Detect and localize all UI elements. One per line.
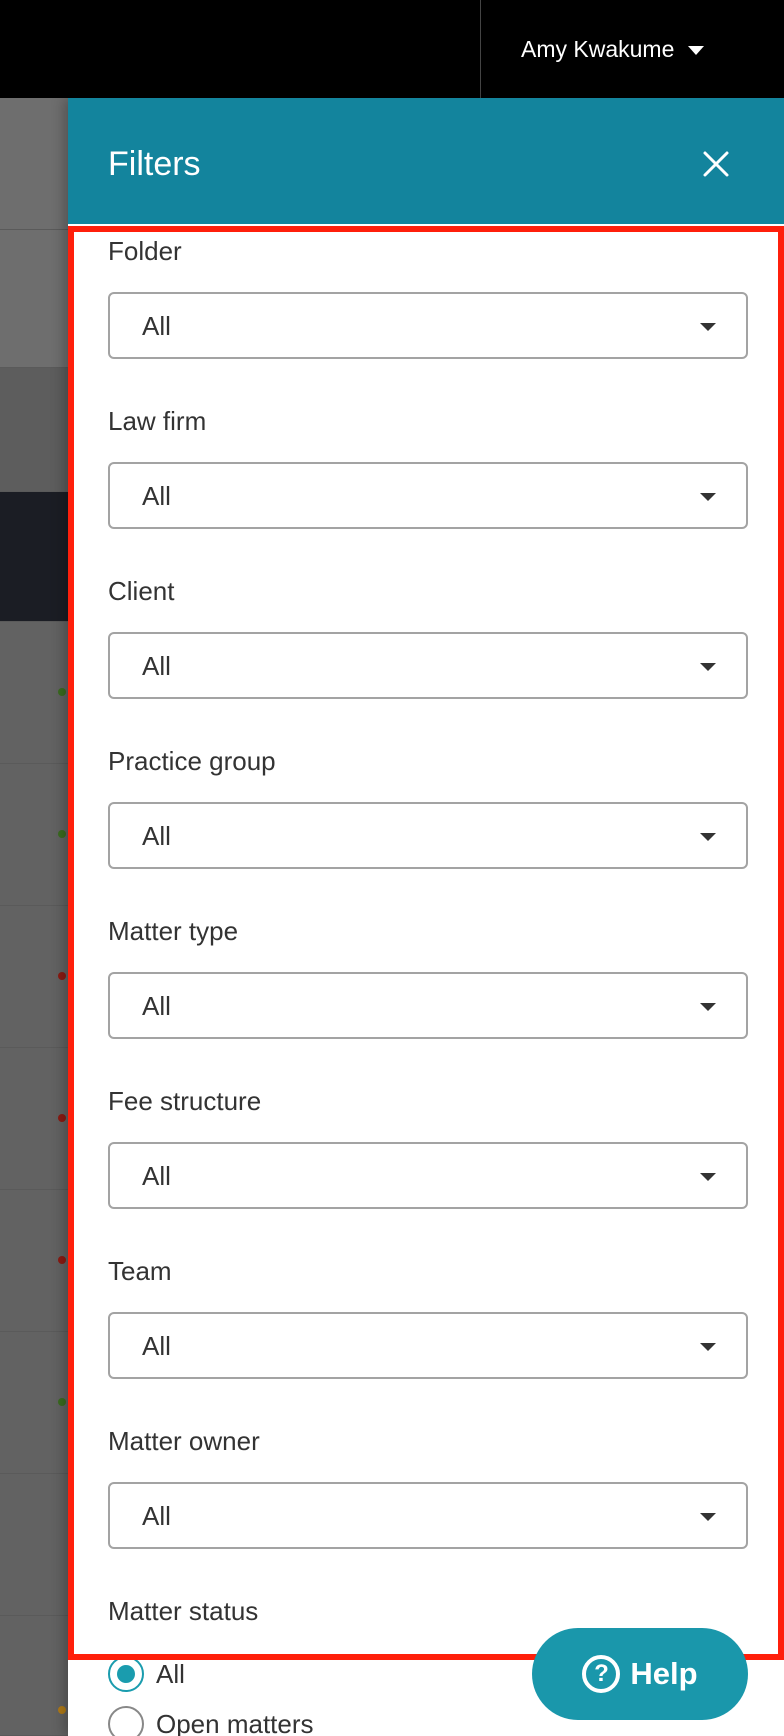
status-dot (58, 1114, 66, 1122)
status-dot (58, 1398, 66, 1406)
status-dot (58, 830, 66, 838)
status-dot (58, 688, 66, 696)
help-icon: ? (582, 1655, 621, 1693)
law-firm-label: Law firm (108, 406, 207, 436)
fee-structure-select[interactable]: All (108, 1142, 748, 1209)
background-row (0, 1190, 68, 1332)
background-row (0, 906, 68, 1048)
practice-group-select[interactable]: All (108, 802, 748, 869)
chevron-down-icon (688, 45, 705, 55)
matter-type-select[interactable]: All (108, 972, 748, 1039)
dropdown-arrow-icon (700, 1513, 716, 1521)
background-header-row (0, 492, 68, 622)
matter-type-label: Matter type (108, 916, 239, 946)
radio-checked-icon[interactable] (108, 1656, 144, 1692)
background-row (0, 1332, 68, 1474)
topbar-divider (480, 0, 481, 98)
dropdown-arrow-icon (700, 493, 716, 501)
matter-status-option-all[interactable]: All (108, 1656, 185, 1692)
matter-owner-select-value: All (142, 1501, 171, 1531)
client-label: Client (108, 576, 175, 606)
background-row (0, 1048, 68, 1190)
matter-status-option-open[interactable]: Open matters (108, 1706, 314, 1736)
close-icon[interactable] (700, 148, 732, 180)
fee-structure-label: Fee structure (108, 1086, 262, 1116)
help-button[interactable]: ? Help (532, 1628, 748, 1720)
dropdown-arrow-icon (700, 1003, 716, 1011)
matter-owner-select[interactable]: All (108, 1482, 748, 1549)
background-row (0, 98, 68, 230)
dropdown-arrow-icon (700, 663, 716, 671)
practice-group-select-value: All (142, 821, 171, 851)
law-firm-select[interactable]: All (108, 462, 748, 529)
radio-label: Open matters (156, 1709, 314, 1736)
status-dot (58, 1256, 66, 1264)
matter-status-label: Matter status (108, 1596, 259, 1626)
panel-header: Filters (68, 98, 784, 224)
background-page (0, 98, 68, 1736)
background-row (0, 622, 68, 764)
background-row (0, 230, 68, 368)
folder-select-value: All (142, 311, 171, 341)
law-firm-select-value: All (142, 481, 171, 511)
top-bar: Amy Kwakume (0, 0, 784, 98)
client-select-value: All (142, 651, 171, 681)
dropdown-arrow-icon (700, 323, 716, 331)
folder-label: Folder (108, 236, 182, 266)
status-dot (58, 1706, 66, 1714)
team-select[interactable]: All (108, 1312, 748, 1379)
team-select-value: All (142, 1331, 171, 1361)
radio-label: All (156, 1659, 185, 1689)
dropdown-arrow-icon (700, 1343, 716, 1351)
matter-owner-label: Matter owner (108, 1426, 260, 1456)
matter-type-select-value: All (142, 991, 171, 1021)
user-menu[interactable]: Amy Kwakume (521, 0, 705, 98)
help-label: Help (630, 1656, 698, 1691)
team-label: Team (108, 1256, 172, 1286)
folder-select[interactable]: All (108, 292, 748, 359)
background-row (0, 764, 68, 906)
client-select[interactable]: All (108, 632, 748, 699)
background-row (0, 368, 68, 492)
background-row (0, 1474, 68, 1616)
panel-title: Filters (108, 145, 201, 183)
background-row (0, 1616, 68, 1736)
dropdown-arrow-icon (700, 833, 716, 841)
practice-group-label: Practice group (108, 746, 276, 776)
fee-structure-select-value: All (142, 1161, 171, 1191)
filters-panel: Filters Folder All Law firm All Client A… (68, 98, 784, 1736)
status-dot (58, 972, 66, 980)
user-name: Amy Kwakume (521, 35, 675, 62)
dropdown-arrow-icon (700, 1173, 716, 1181)
radio-unchecked-icon[interactable] (108, 1706, 144, 1736)
